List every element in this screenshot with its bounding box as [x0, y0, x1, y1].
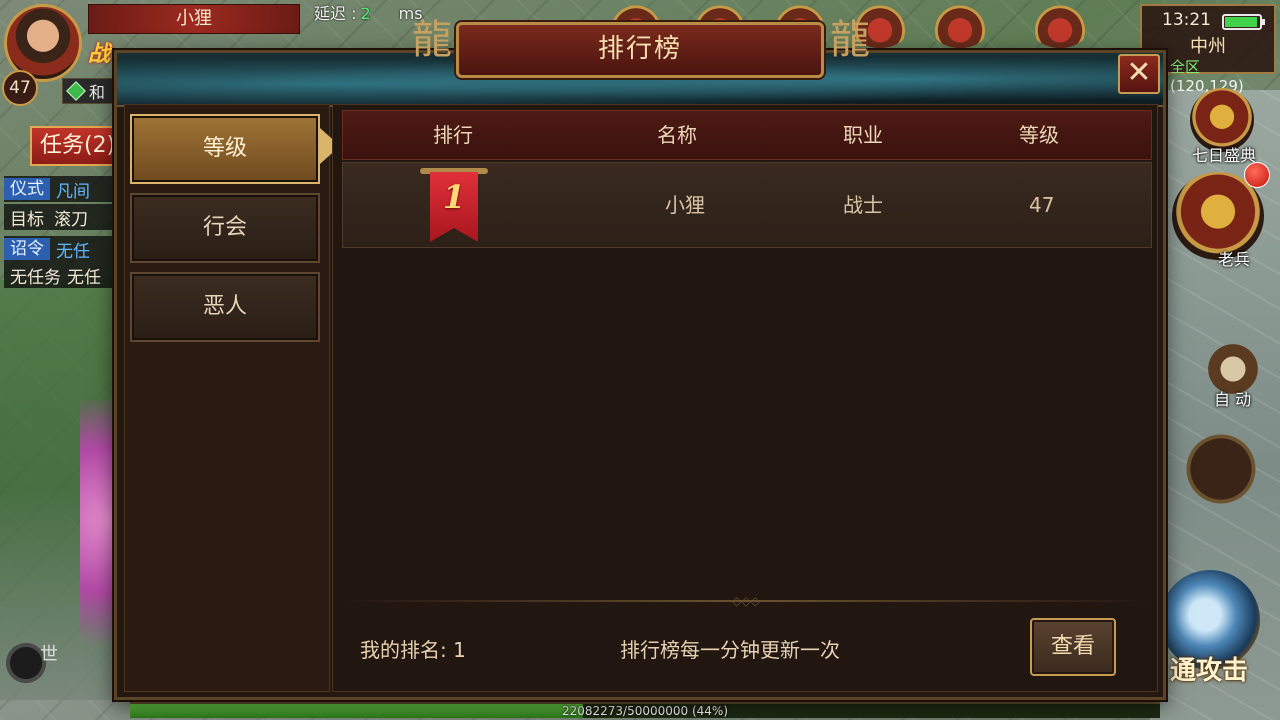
column-header-name: 名称	[657, 123, 697, 147]
divider-ornament-icon: ◇◇◇	[732, 594, 760, 608]
notification-dot	[1244, 162, 1270, 188]
quest-tag: 仪式	[4, 178, 50, 200]
quest-row[interactable]: 仪式 凡间	[4, 176, 122, 202]
auto-battle-label: 自 动	[1214, 390, 1252, 409]
experience-bar: 22082273/50000000 (44%)	[130, 702, 1160, 718]
quest-button-label: 任务(2)	[40, 133, 116, 158]
player-name-bar: 小狸	[88, 4, 300, 34]
voice-mic-button[interactable]: 世	[4, 630, 58, 690]
quest-value: 滚刀	[54, 209, 88, 230]
attack-label: 通攻击	[1170, 656, 1249, 686]
battery-fill	[1225, 17, 1258, 27]
attack-mode-chip[interactable]: 和	[62, 78, 122, 104]
panel-title-text: 排行榜	[597, 34, 682, 64]
rank-banner-icon: 1	[420, 168, 488, 242]
quest-tag: 诏令	[4, 238, 50, 260]
quest-value: 无任	[56, 241, 90, 262]
latency-label: 延迟 :	[314, 4, 357, 23]
my-rank-text: 我的排名: 1	[360, 638, 466, 662]
dragon-ornament-icon: 龍	[830, 17, 870, 63]
clock: 13:21	[1162, 10, 1211, 30]
latency-value: 2	[360, 4, 371, 23]
skill-slot-icon[interactable]	[1182, 430, 1260, 508]
quest-button[interactable]: 任务(2)	[30, 126, 122, 166]
column-header-level: 等级	[1019, 123, 1059, 147]
seven-day-event-label: 七日盛典	[1192, 146, 1257, 165]
tab-villain[interactable]: 恶人	[130, 272, 320, 342]
battery-icon	[1222, 14, 1265, 30]
quest-row[interactable]: 诏令 无任	[4, 236, 122, 262]
row-rank: 1	[442, 178, 466, 216]
player-level: 47	[9, 78, 31, 98]
view-button-label: 查看	[1050, 634, 1095, 659]
tab-label: 等级	[202, 136, 247, 161]
player-name: 小狸	[176, 8, 212, 29]
player-level-badge: 47	[2, 70, 38, 106]
close-icon: ✕	[1126, 55, 1152, 90]
quest-tag: 无任务	[10, 267, 61, 288]
close-button[interactable]: ✕	[1118, 54, 1160, 94]
quest-tag: 目标	[10, 209, 44, 230]
veteran-label: 老兵	[1218, 250, 1251, 269]
boss-icon[interactable]	[930, 4, 990, 48]
quest-row[interactable]: 目标 滚刀	[4, 204, 122, 230]
green-gem-icon	[66, 81, 86, 101]
experience-text: 22082273/50000000 (44%)	[561, 704, 729, 718]
gift-icon[interactable]	[1030, 4, 1090, 48]
tab-label: 恶人	[202, 294, 247, 319]
tab-level[interactable]: 等级	[130, 114, 320, 184]
quest-row[interactable]: 无任务 无任	[4, 262, 122, 288]
dragon-ornament-icon: 龍	[412, 17, 452, 63]
row-name: 小狸	[665, 193, 705, 217]
voice-channel-label: 世	[40, 644, 58, 665]
row-level: 47	[1029, 193, 1055, 217]
panel-title: 排行榜	[456, 22, 824, 78]
column-header-class: 职业	[843, 123, 883, 147]
quest-value: 无任	[67, 267, 101, 288]
row-class: 战士	[843, 193, 883, 217]
attack-mode-label: 和	[89, 83, 106, 102]
column-header-rank: 排行	[433, 123, 473, 147]
tab-label: 行会	[202, 215, 247, 240]
zone-label: 全区	[1170, 58, 1201, 76]
table-header: 排行 名称 职业 等级	[342, 110, 1152, 160]
update-note: 排行榜每一分钟更新一次	[620, 638, 840, 662]
quest-value: 凡间	[56, 181, 90, 202]
tab-guild[interactable]: 行会	[130, 193, 320, 263]
view-button[interactable]: 查看	[1030, 618, 1116, 676]
